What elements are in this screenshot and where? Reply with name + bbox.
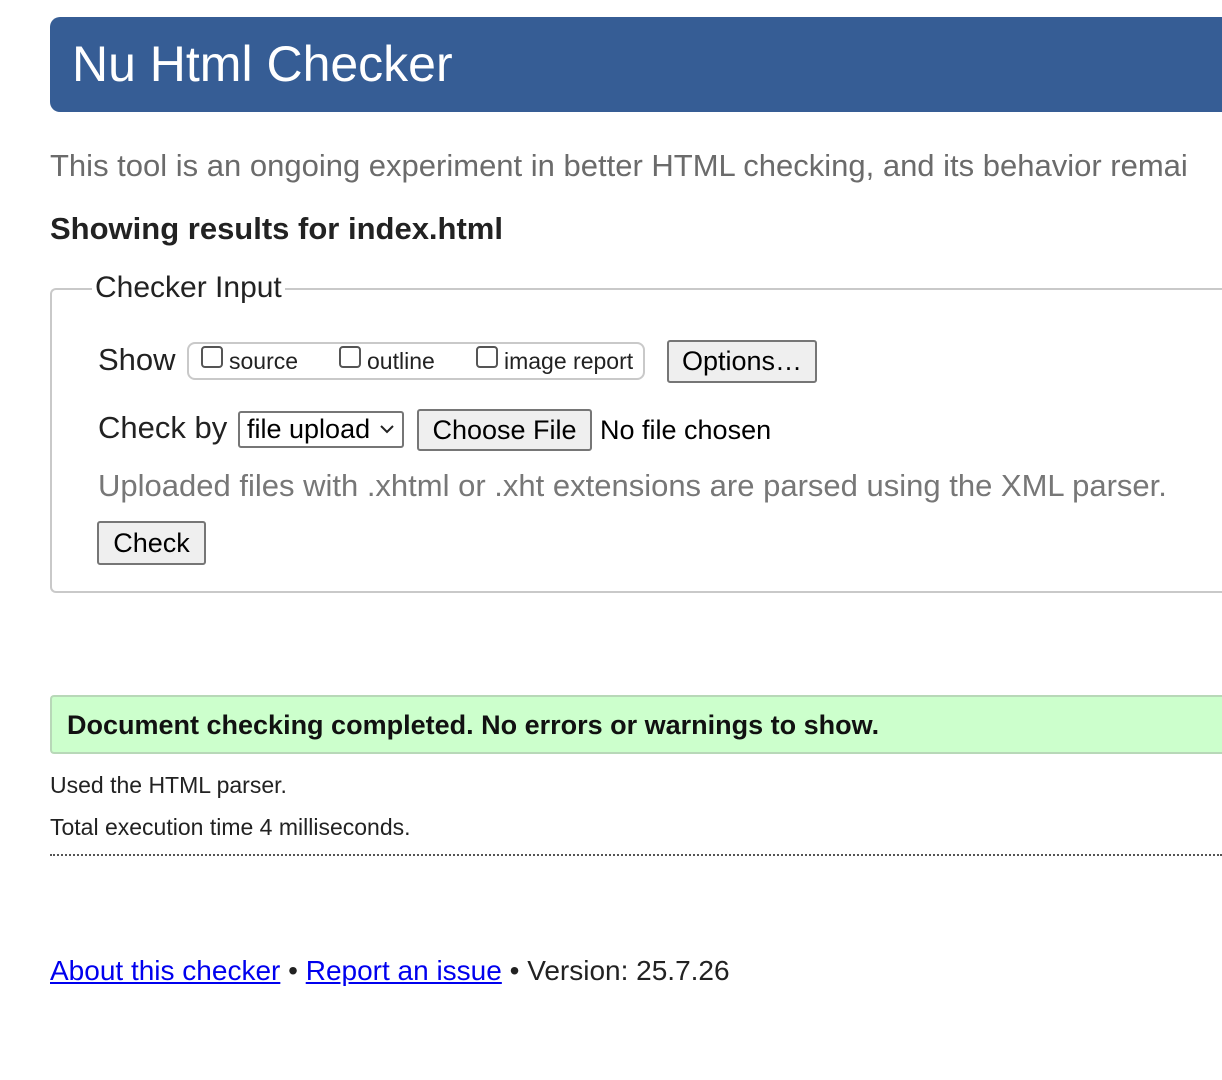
success-message: Document checking completed. No errors o… (67, 710, 880, 740)
outline-checkbox-label[interactable]: outline (367, 346, 435, 376)
page-header: Nu Html Checker (50, 17, 1222, 112)
success-message-box: Document checking completed. No errors o… (50, 695, 1222, 754)
choose-file-button[interactable]: Choose File (417, 409, 592, 451)
show-image-report-option[interactable]: image report (476, 345, 633, 377)
check-button[interactable]: Check (97, 521, 206, 565)
page-title: Nu Html Checker (72, 36, 453, 92)
footer: About this checker • Report an issue • V… (50, 954, 730, 988)
intro-text: This tool is an ongoing experiment in be… (50, 148, 1188, 183)
options-button[interactable]: Options… (667, 340, 817, 383)
no-file-chosen-text: No file chosen (600, 415, 772, 445)
footer-separator: • (509, 955, 520, 986)
results-heading: Showing results for index.html (50, 211, 503, 246)
dotted-divider (50, 854, 1222, 856)
image-report-checkbox-label[interactable]: image report (504, 346, 633, 376)
chevron-down-icon (380, 425, 394, 434)
show-outline-option[interactable]: outline (339, 345, 435, 377)
source-checkbox[interactable] (201, 346, 223, 368)
image-report-checkbox[interactable] (476, 346, 498, 368)
show-label: Show (98, 342, 176, 377)
show-source-option[interactable]: source (201, 345, 298, 377)
checker-input-legend: Checker Input (92, 270, 285, 306)
execution-time: Total execution time 4 milliseconds. (50, 814, 411, 840)
about-checker-link[interactable]: About this checker (50, 955, 280, 986)
show-options-group: source outline image report (187, 342, 645, 380)
check-by-selected-value: file upload (247, 414, 371, 444)
parser-note: Used the HTML parser. (50, 772, 287, 798)
check-by-select[interactable]: file upload (238, 411, 404, 448)
check-by-label: Check by (98, 410, 228, 445)
report-issue-link[interactable]: Report an issue (306, 955, 502, 986)
checker-input-fieldset: Checker Input Show source outline image … (50, 270, 1222, 593)
version-text: Version: 25.7.26 (527, 955, 730, 986)
upload-note: Uploaded files with .xhtml or .xht exten… (98, 468, 1167, 503)
source-checkbox-label[interactable]: source (229, 346, 298, 376)
footer-separator: • (288, 955, 298, 986)
outline-checkbox[interactable] (339, 346, 361, 368)
